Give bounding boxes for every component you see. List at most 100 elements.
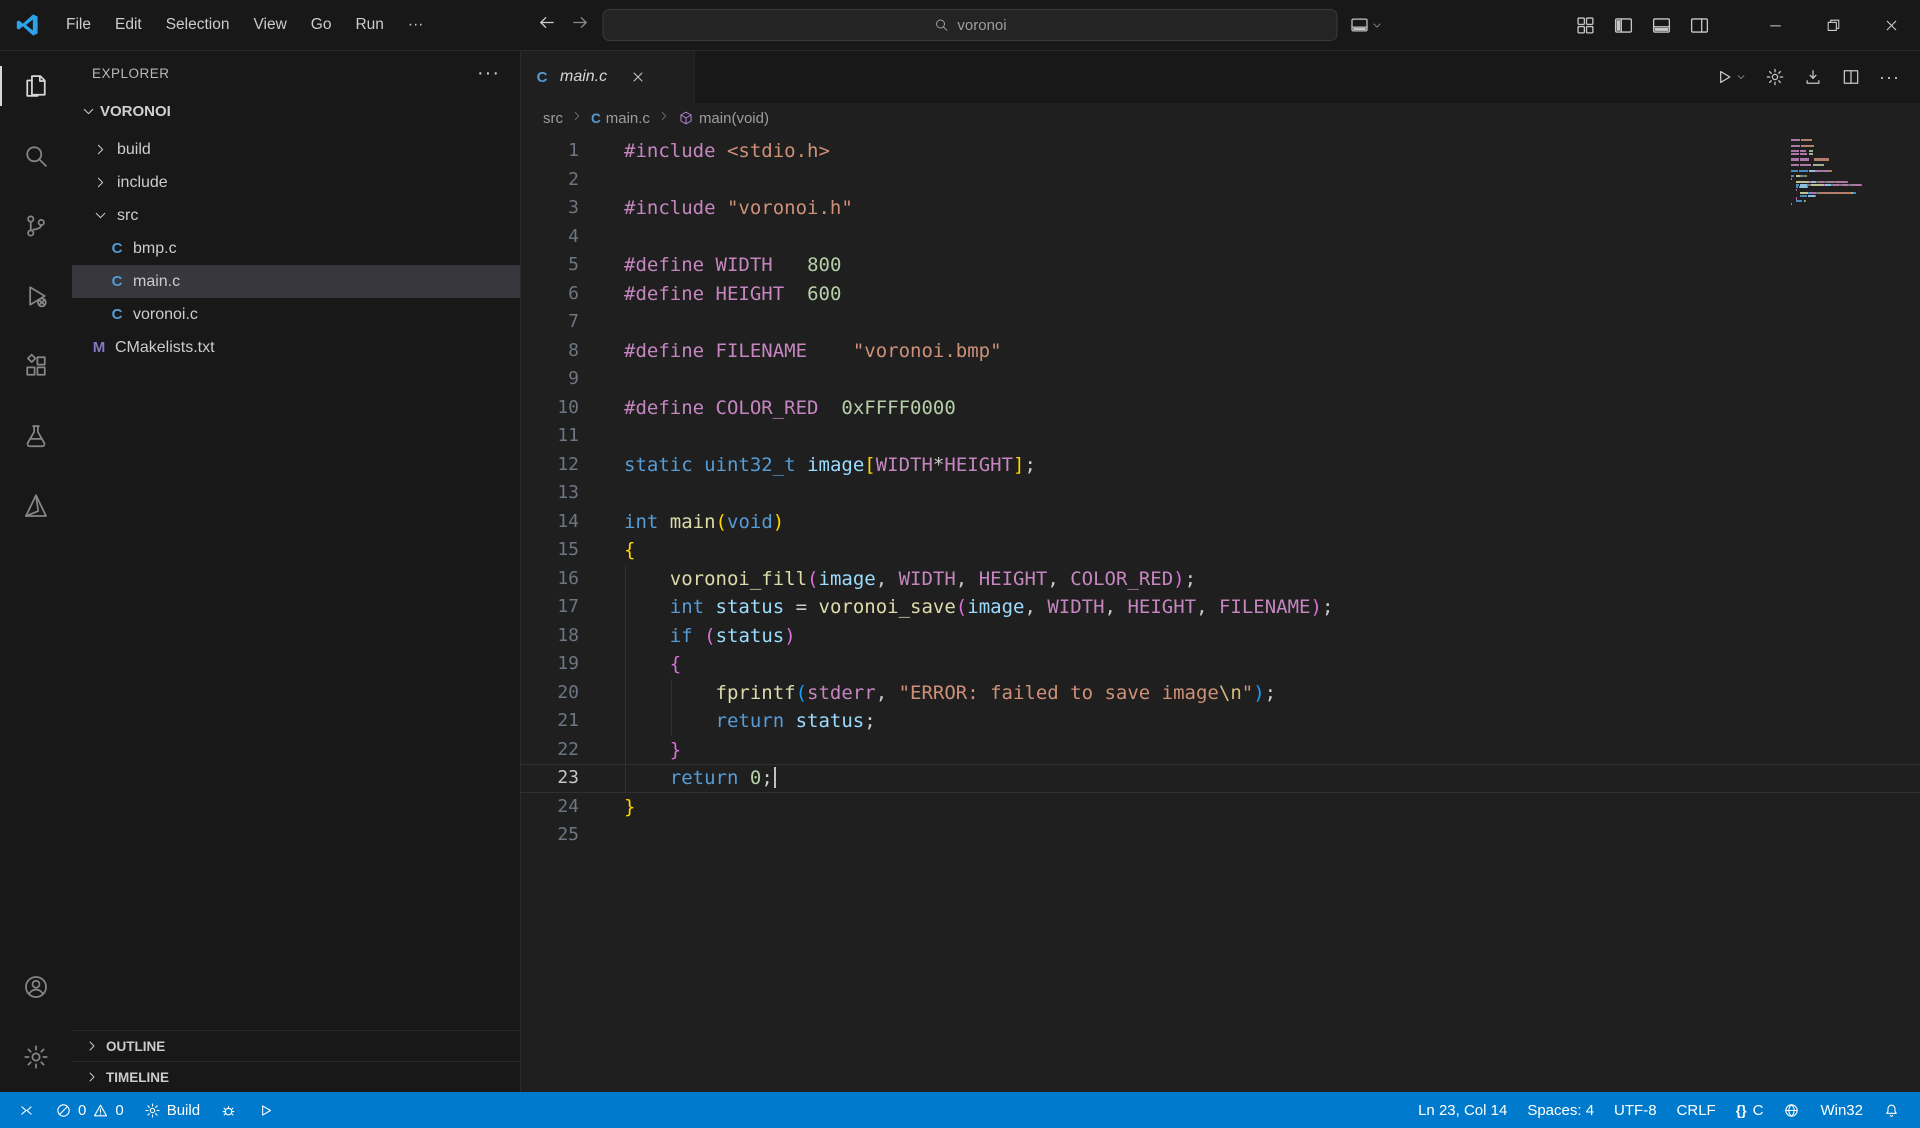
restore-button[interactable] <box>1804 0 1862 50</box>
code-line-4[interactable]: 4 <box>521 223 1920 252</box>
code-line-5[interactable]: 5#define WIDTH 800 <box>521 251 1920 280</box>
tree-item-bmp-c[interactable]: Cbmp.c <box>72 232 520 265</box>
code-line-20[interactable]: 20 fprintf(stderr, "ERROR: failed to sav… <box>521 679 1920 708</box>
line-number-8[interactable]: 8 <box>521 337 579 366</box>
code-line-23[interactable]: 23 return 0; <box>521 764 1920 793</box>
line-number-23[interactable]: 23 <box>521 764 579 793</box>
tree-item-cmakelists-txt[interactable]: MCMakelists.txt <box>72 331 520 364</box>
split-editor-button[interactable] <box>1837 63 1865 91</box>
code-line-7[interactable]: 7 <box>521 308 1920 337</box>
activity-testing[interactable] <box>0 401 72 471</box>
line-number-18[interactable]: 18 <box>521 622 579 651</box>
line-number-6[interactable]: 6 <box>521 280 579 309</box>
tree-item-build[interactable]: build <box>72 133 520 166</box>
menu-selection[interactable]: Selection <box>154 0 242 50</box>
status-cmake-build[interactable]: Build <box>134 1092 210 1128</box>
line-number-10[interactable]: 10 <box>521 394 579 423</box>
code-line-25[interactable]: 25 <box>521 821 1920 850</box>
code-line-19[interactable]: 19 { <box>521 650 1920 679</box>
activity-explorer[interactable] <box>0 51 72 121</box>
line-number-21[interactable]: 21 <box>521 707 579 736</box>
tab-main-c[interactable]: C main.c <box>521 51 695 103</box>
code-line-15[interactable]: 15{ <box>521 536 1920 565</box>
tree-item-src[interactable]: src <box>72 199 520 232</box>
line-number-4[interactable]: 4 <box>521 223 579 252</box>
toggle-sidebar-right-button[interactable] <box>1681 7 1717 43</box>
code-line-2[interactable]: 2 <box>521 166 1920 195</box>
status-problems[interactable]: 00 <box>45 1092 134 1128</box>
line-number-20[interactable]: 20 <box>521 679 579 708</box>
code-line-12[interactable]: 12static uint32_t image[WIDTH*HEIGHT]; <box>521 451 1920 480</box>
status-remote[interactable] <box>8 1092 45 1128</box>
line-number-15[interactable]: 15 <box>521 536 579 565</box>
layout-dropdown-button[interactable] <box>1350 15 1384 35</box>
status-cursor-position[interactable]: Ln 23, Col 14 <box>1408 1092 1517 1128</box>
status-encoding[interactable]: UTF-8 <box>1604 1092 1667 1128</box>
status-platform[interactable]: Win32 <box>1810 1092 1873 1128</box>
status-notifications[interactable] <box>1873 1092 1910 1128</box>
breadcrumb-main-void[interactable]: main(void) <box>678 110 769 127</box>
code-line-14[interactable]: 14int main(void) <box>521 508 1920 537</box>
code-line-13[interactable]: 13 <box>521 479 1920 508</box>
line-number-3[interactable]: 3 <box>521 194 579 223</box>
tree-item-include[interactable]: include <box>72 166 520 199</box>
line-number-1[interactable]: 1 <box>521 137 579 166</box>
line-number-12[interactable]: 12 <box>521 451 579 480</box>
line-number-5[interactable]: 5 <box>521 251 579 280</box>
activity-settings[interactable] <box>0 1022 72 1092</box>
tab-close-button[interactable] <box>630 69 646 85</box>
activity-source-control[interactable] <box>0 191 72 261</box>
section-timeline[interactable]: TIMELINE <box>72 1061 520 1092</box>
go-back-button[interactable] <box>537 12 558 38</box>
code-line-10[interactable]: 10#define COLOR_RED 0xFFFF0000 <box>521 394 1920 423</box>
menu-file[interactable]: File <box>54 0 103 50</box>
activity-extensions[interactable] <box>0 331 72 401</box>
code-line-9[interactable]: 9 <box>521 365 1920 394</box>
breadcrumb-main-c[interactable]: Cmain.c <box>591 110 650 127</box>
status-indentation[interactable]: Spaces: 4 <box>1517 1092 1604 1128</box>
more-actions-button[interactable]: ··· <box>1875 68 1904 86</box>
code-line-21[interactable]: 21 return status; <box>521 707 1920 736</box>
code-line-16[interactable]: 16 voronoi_fill(image, WIDTH, HEIGHT, CO… <box>521 565 1920 594</box>
tree-item-main-c[interactable]: Cmain.c <box>72 265 520 298</box>
editor[interactable]: 1#include <stdio.h>23#include "voronoi.h… <box>521 133 1920 1092</box>
status-cmake-debug[interactable] <box>210 1092 247 1128</box>
toggle-panel-button[interactable] <box>1643 7 1679 43</box>
status-cmake-run[interactable] <box>247 1092 284 1128</box>
code-line-18[interactable]: 18 if (status) <box>521 622 1920 651</box>
tree-item-voronoi-c[interactable]: Cvoronoi.c <box>72 298 520 331</box>
code-line-6[interactable]: 6#define HEIGHT 600 <box>521 280 1920 309</box>
line-number-2[interactable]: 2 <box>521 166 579 195</box>
code-line-8[interactable]: 8#define FILENAME "voronoi.bmp" <box>521 337 1920 366</box>
code-line-1[interactable]: 1#include <stdio.h> <box>521 137 1920 166</box>
minimap[interactable] <box>1791 139 1906 209</box>
activity-accounts[interactable] <box>0 952 72 1022</box>
customize-layout-button[interactable] <box>1567 7 1603 43</box>
line-number-22[interactable]: 22 <box>521 736 579 765</box>
status-eol[interactable]: CRLF <box>1667 1092 1726 1128</box>
line-number-14[interactable]: 14 <box>521 508 579 537</box>
explorer-more-button[interactable]: ··· <box>477 68 500 78</box>
code-line-17[interactable]: 17 int status = voronoi_save(image, WIDT… <box>521 593 1920 622</box>
line-number-17[interactable]: 17 <box>521 593 579 622</box>
line-number-19[interactable]: 19 <box>521 650 579 679</box>
menu-more[interactable]: ··· <box>396 0 436 50</box>
section-outline[interactable]: OUTLINE <box>72 1030 520 1061</box>
menu-go[interactable]: Go <box>299 0 344 50</box>
close-button[interactable] <box>1862 0 1920 50</box>
code-line-24[interactable]: 24} <box>521 793 1920 822</box>
toggle-sidebar-left-button[interactable] <box>1605 7 1641 43</box>
go-forward-button[interactable] <box>570 12 591 38</box>
line-number-25[interactable]: 25 <box>521 821 579 850</box>
status-language-mode[interactable]: {}C <box>1726 1092 1774 1128</box>
code-line-3[interactable]: 3#include "voronoi.h" <box>521 194 1920 223</box>
status-network[interactable] <box>1773 1092 1810 1128</box>
menu-view[interactable]: View <box>241 0 298 50</box>
line-number-24[interactable]: 24 <box>521 793 579 822</box>
activity-search[interactable] <box>0 121 72 191</box>
activity-run-and-debug[interactable] <box>0 261 72 331</box>
line-number-11[interactable]: 11 <box>521 422 579 451</box>
menu-run[interactable]: Run <box>343 0 395 50</box>
command-center[interactable]: voronoi <box>603 9 1338 41</box>
menu-edit[interactable]: Edit <box>103 0 154 50</box>
